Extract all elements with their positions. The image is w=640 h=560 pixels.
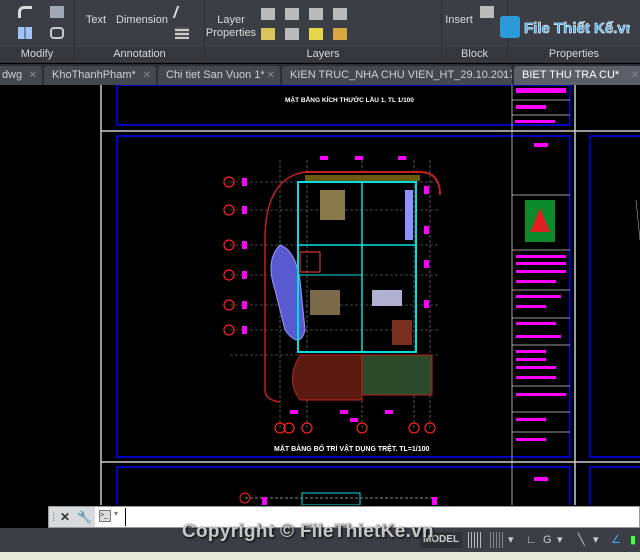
window-footer [0, 552, 640, 560]
layer-tool-icon[interactable] [333, 8, 347, 20]
layer-properties-button[interactable]: Layer Properties [205, 14, 257, 40]
close-icon[interactable]: ✕ [143, 66, 151, 85]
close-icon[interactable]: ✕ [29, 66, 37, 85]
grid-icon[interactable] [468, 532, 482, 548]
tab-label: KhoThanhPham* [52, 69, 136, 81]
dimension-button[interactable]: Dimension [115, 14, 169, 27]
layer-tool-icon[interactable] [285, 28, 299, 40]
insert-button[interactable]: Insert [442, 14, 476, 27]
tab-kien-truc[interactable]: KIEN TRUC_NHA CHU VIEN_HT_29.10.2017* ✕ [282, 66, 512, 85]
command-prompt-icon[interactable]: >_ [99, 510, 111, 522]
ribbon: Modify Text Dimension Annotation Layer Pr… [0, 0, 640, 63]
sheet-frame [589, 135, 640, 458]
sheet-frame [116, 466, 571, 508]
tab-biet-thu-tra-cu[interactable]: BIET THU TRA CU* ✕ [514, 66, 640, 85]
panel-label-modify[interactable]: Modify [0, 47, 74, 61]
sheet-frame [116, 135, 571, 458]
chevron-down-icon[interactable]: ▾ [508, 532, 514, 548]
layer-tool-icon[interactable] [309, 28, 323, 40]
lineweight-icon[interactable]: ▮ [630, 532, 636, 548]
document-tabs: dwg ✕ KhoThanhPham* ✕ Chi tiet San Vuon 1*… [0, 64, 640, 85]
layer-tool-icon[interactable] [261, 28, 275, 40]
array-icon[interactable] [18, 27, 32, 39]
snap-icon[interactable] [490, 532, 504, 548]
modify-panel: Modify [0, 0, 75, 63]
sheet-frame [116, 84, 571, 126]
top-sheet-title: MẶT BẰNG KÍCH THƯỚC LẦU 1. TL 1/100 [285, 94, 414, 104]
drawing-canvas[interactable]: MẶT BẰNG KÍCH THƯỚC LẦU 1. TL 1/100 MẶT … [0, 84, 640, 508]
layer-properties-label-1: Layer [217, 14, 245, 26]
tab-khothanhpham[interactable]: KhoThanhPham* ✕ [44, 66, 156, 85]
title-block-text [515, 88, 566, 481]
close-icon[interactable]: ✕ [60, 507, 70, 527]
main-sheet-title: MẶT BẰNG BỐ TRÍ VẬT DỤNG TRỆT. TL=1/100 [274, 443, 429, 453]
polar-icon[interactable]: G [543, 532, 552, 548]
block-panel: Insert Block [442, 0, 508, 63]
stretch-icon[interactable] [50, 27, 64, 39]
copyright-watermark: Copyright © FileThietKe.vn [182, 521, 434, 542]
create-block-icon[interactable] [480, 6, 494, 18]
svg-text:File Thiết Kế.vn: File Thiết Kế.vn [524, 20, 630, 37]
panel-label-layers[interactable]: Layers [205, 47, 441, 61]
chevron-down-icon[interactable]: ▾ [593, 532, 599, 548]
tab-label: KIEN TRUC_NHA CHU VIEN_HT_29.10.2017* [290, 69, 512, 81]
table-icon[interactable] [175, 27, 189, 39]
panel-label-block[interactable]: Block [442, 47, 507, 61]
panel-label-properties[interactable]: Properties [508, 47, 640, 61]
annotation-panel: Text Dimension Annotation [75, 0, 205, 63]
layer-tool-icon[interactable] [285, 8, 299, 20]
sheet-frame [589, 466, 640, 508]
wrench-icon[interactable]: 🔧 [77, 507, 92, 527]
text-button[interactable]: Text [83, 14, 109, 27]
fillet-icon[interactable] [18, 6, 32, 18]
osnap-icon[interactable]: ╲ [578, 532, 585, 548]
dynamic-ucs-icon[interactable]: ∠ [611, 532, 621, 548]
tab-chi-tiet-san-vuon[interactable]: Chi tiet San Vuon 1* ✕ [158, 66, 280, 85]
chevron-down-icon[interactable]: ▾ [557, 532, 563, 548]
tab-label: dwg [2, 69, 23, 81]
layer-tool-icon[interactable] [261, 8, 275, 20]
command-line-toolbar: ⁞ ✕ 🔧 [49, 507, 95, 527]
tab-label: Chi tiet San Vuon 1* [166, 69, 265, 81]
tab-label: BIET THU TRA CU* [522, 69, 620, 81]
tab-dwg[interactable]: dwg ✕ [0, 66, 42, 85]
drag-handle[interactable]: ⁞ [52, 507, 55, 527]
drawing: MẶT BẰNG KÍCH THƯỚC LẦU 1. TL 1/100 MẶT … [100, 84, 640, 508]
layer-properties-label-2: Properties [205, 27, 257, 39]
chevron-down-icon[interactable]: ▾ [114, 509, 118, 518]
layer-tool-icon[interactable] [309, 8, 323, 20]
copy-icon[interactable] [50, 6, 64, 18]
ortho-icon[interactable]: ∟ [526, 532, 537, 548]
close-icon[interactable]: ✕ [267, 66, 275, 85]
panel-label-annotation[interactable]: Annotation [75, 47, 204, 61]
layer-tool-icon[interactable] [333, 28, 347, 40]
watermark-logo: File Thiết Kế.vn [500, 16, 630, 38]
close-icon[interactable]: ✕ [631, 66, 639, 85]
floor-plan [223, 156, 441, 434]
leader-icon[interactable] [172, 6, 192, 18]
bottom-sheet-plan [239, 492, 440, 506]
layers-panel: Layer Properties Layers [205, 0, 442, 63]
close-icon[interactable]: ✕ [499, 66, 507, 85]
